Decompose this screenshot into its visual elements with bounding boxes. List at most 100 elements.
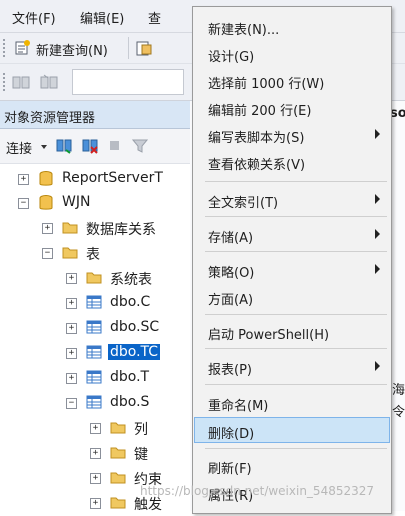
tree-node-dbo-tc[interactable]: + dbo.TC bbox=[0, 342, 190, 366]
menu-view[interactable]: 查 bbox=[148, 8, 161, 27]
folder-icon bbox=[110, 420, 126, 434]
object-explorer-header: 对象资源管理器 bbox=[0, 101, 190, 129]
menu-item-edit-top[interactable]: 编辑前 200 行(E) bbox=[194, 96, 390, 120]
tree-node-db-diagrams[interactable]: + 数据库关系 bbox=[0, 217, 190, 241]
toolbar-grip[interactable] bbox=[3, 39, 8, 57]
folder-icon bbox=[86, 270, 102, 284]
tree-node-label: WJN bbox=[62, 194, 91, 210]
menu-item-full-text-index[interactable]: 全文索引(T) bbox=[194, 188, 390, 212]
tree-node-label: 系统表 bbox=[110, 272, 152, 288]
menu-item-label: 选择前 1000 行(W) bbox=[208, 77, 325, 92]
tree-node-dbo-t[interactable]: + dbo.T bbox=[0, 367, 190, 391]
tree-node-label: 键 bbox=[134, 447, 148, 463]
menu-edit[interactable]: 编辑(E) bbox=[80, 8, 124, 27]
folder-icon bbox=[62, 245, 78, 259]
expand-icon[interactable]: + bbox=[90, 473, 101, 484]
menu-item-select-top[interactable]: 选择前 1000 行(W) bbox=[194, 69, 390, 93]
tree-node-label: 列 bbox=[134, 422, 148, 438]
tree-node-label: 数据库关系 bbox=[86, 222, 156, 238]
menu-item-policies[interactable]: 策略(O) bbox=[194, 258, 390, 282]
connect-button[interactable]: 连接 bbox=[6, 138, 32, 157]
table-icon bbox=[86, 395, 102, 409]
tab-fragment: so bbox=[390, 106, 405, 121]
table-icon bbox=[86, 320, 102, 334]
database-dropdown[interactable] bbox=[72, 69, 184, 95]
tree-node-tables[interactable]: − 表 bbox=[0, 242, 190, 266]
stop-icon[interactable] bbox=[110, 141, 119, 150]
expand-icon[interactable]: + bbox=[18, 174, 29, 185]
menu-item-delete[interactable]: 删除(D) bbox=[194, 417, 390, 443]
menu-item-label: 报表(P) bbox=[208, 363, 252, 378]
tree-node-keys[interactable]: + 键 bbox=[0, 442, 190, 466]
database-icon bbox=[38, 195, 54, 210]
menu-item-label: 全文索引(T) bbox=[208, 196, 279, 211]
expand-icon[interactable]: + bbox=[66, 323, 77, 334]
table-icon bbox=[86, 370, 102, 384]
expand-icon[interactable]: + bbox=[90, 423, 101, 434]
expand-icon[interactable]: + bbox=[66, 298, 77, 309]
new-query-button[interactable]: 新建查询(N) bbox=[36, 40, 108, 59]
object-explorer-toolbar: 连接 bbox=[0, 129, 190, 164]
change-connection-icon[interactable] bbox=[40, 74, 58, 90]
text-fragment: 海 bbox=[392, 383, 405, 398]
expand-icon[interactable]: + bbox=[66, 273, 77, 284]
register-server-icon[interactable] bbox=[56, 138, 72, 154]
menu-item-label: 存储(A) bbox=[208, 231, 254, 246]
object-explorer-tree: + ReportServerT − WJN + 数据库关系 − 表 + 系统表 bbox=[0, 164, 190, 513]
menu-item-label: 启动 PowerShell(H) bbox=[208, 328, 330, 343]
tree-node-dbo-c[interactable]: + dbo.C bbox=[0, 292, 190, 316]
collapse-icon[interactable]: − bbox=[66, 398, 77, 409]
tree-node-label: 表 bbox=[86, 247, 100, 263]
tree-node-columns[interactable]: + 列 bbox=[0, 417, 190, 441]
menu-separator bbox=[205, 251, 387, 252]
menu-item-refresh[interactable]: 刷新(F) bbox=[194, 454, 390, 478]
text-fragment: 令 bbox=[392, 405, 405, 420]
menu-item-start-powershell[interactable]: 启动 PowerShell(H) bbox=[194, 320, 390, 344]
menu-item-label: 查看依赖关系(V) bbox=[208, 158, 306, 173]
tree-node-label: dbo.T bbox=[110, 369, 150, 385]
collapse-icon[interactable]: − bbox=[18, 198, 29, 209]
menu-item-design[interactable]: 设计(G) bbox=[194, 42, 390, 66]
collapse-icon[interactable]: − bbox=[42, 248, 53, 259]
expand-icon[interactable]: + bbox=[42, 223, 53, 234]
folder-icon bbox=[110, 470, 126, 484]
connect-dropdown-icon[interactable] bbox=[41, 145, 47, 149]
toolbar-grip[interactable] bbox=[3, 73, 8, 91]
menu-separator bbox=[205, 384, 387, 385]
expand-icon[interactable]: + bbox=[90, 448, 101, 459]
menu-item-new-table[interactable]: 新建表(N)... bbox=[194, 15, 390, 39]
tree-node-label: dbo.SC bbox=[110, 319, 160, 335]
menu-item-label: 编写表脚本为(S) bbox=[208, 131, 305, 146]
menu-item-view-dependencies[interactable]: 查看依赖关系(V) bbox=[194, 150, 390, 174]
open-file-icon[interactable] bbox=[136, 40, 152, 56]
menu-item-rename[interactable]: 重命名(M) bbox=[194, 391, 390, 415]
connect-icon[interactable] bbox=[12, 74, 30, 90]
tree-node-label: dbo.C bbox=[110, 294, 151, 310]
menu-item-script-as[interactable]: 编写表脚本为(S) bbox=[194, 123, 390, 147]
disconnect-icon[interactable] bbox=[82, 138, 98, 154]
menu-file[interactable]: 文件(F) bbox=[12, 8, 56, 27]
tree-node-dbo-s[interactable]: − dbo.S bbox=[0, 392, 190, 416]
database-icon bbox=[38, 171, 54, 186]
expand-icon[interactable]: + bbox=[66, 348, 77, 359]
submenu-arrow-icon bbox=[375, 264, 380, 274]
watermark-text: https://blog.csdn.net/weixin_54852327 bbox=[140, 484, 375, 498]
tree-node-dbo-sc[interactable]: + dbo.SC bbox=[0, 317, 190, 341]
folder-icon bbox=[62, 220, 78, 234]
tree-node-reportserver[interactable]: + ReportServerT bbox=[0, 168, 190, 192]
menu-separator bbox=[205, 216, 387, 217]
new-query-icon bbox=[14, 40, 30, 56]
tree-node-wjn[interactable]: − WJN bbox=[0, 192, 190, 216]
menu-item-reports[interactable]: 报表(P) bbox=[194, 355, 390, 379]
tree-node-system-tables[interactable]: + 系统表 bbox=[0, 267, 190, 291]
menu-item-label: 重命名(M) bbox=[208, 399, 269, 414]
menu-item-facets[interactable]: 方面(A) bbox=[194, 285, 390, 309]
expand-icon[interactable]: + bbox=[90, 498, 101, 509]
menu-item-label: 设计(G) bbox=[208, 50, 255, 65]
object-explorer-title: 对象资源管理器 bbox=[4, 111, 96, 126]
menu-item-storage[interactable]: 存储(A) bbox=[194, 223, 390, 247]
menu-item-label: 删除(D) bbox=[208, 427, 255, 442]
filter-icon[interactable] bbox=[131, 138, 149, 154]
menu-item-label: 新建表(N)... bbox=[208, 23, 280, 38]
expand-icon[interactable]: + bbox=[66, 373, 77, 384]
